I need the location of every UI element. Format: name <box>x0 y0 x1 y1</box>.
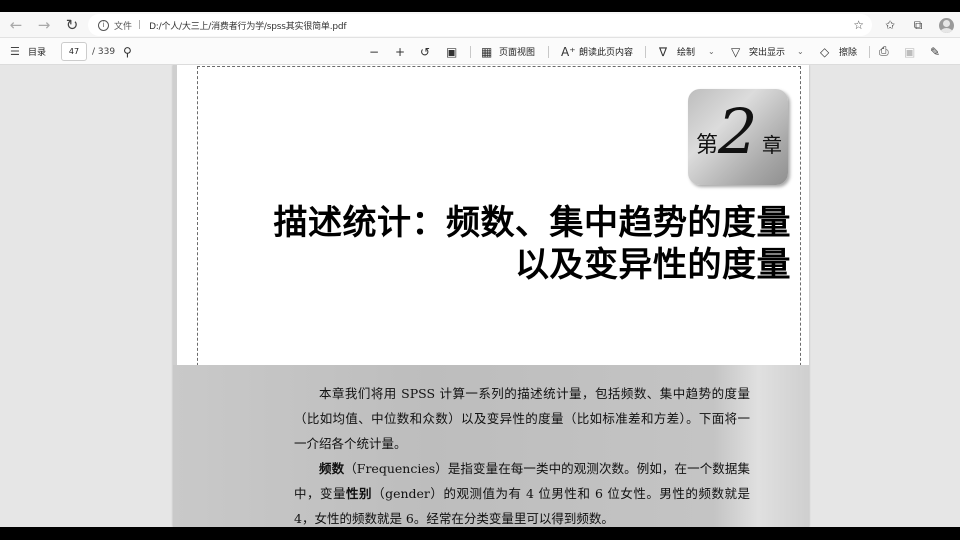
toolbar-divider <box>869 46 870 58</box>
url-text[interactable]: D:/个人/大三上/消费者行为学/spss其实很简单.pdf <box>149 19 347 32</box>
page-view-icon[interactable]: ▦ <box>481 38 492 65</box>
search-icon[interactable]: ⚲ <box>123 38 132 65</box>
draw-button[interactable]: 绘制 <box>677 38 695 65</box>
url-separator: | <box>138 20 142 30</box>
read-aloud-button[interactable]: 朗读此页内容 <box>579 38 633 65</box>
chevron-down-icon[interactable]: ⌄ <box>708 38 715 65</box>
chapter-title-line2: 以及变异性的度量 <box>515 245 791 285</box>
zoom-in-icon[interactable]: + <box>395 38 405 65</box>
profile-button[interactable] <box>932 17 960 33</box>
chevron-down-icon[interactable]: ⌄ <box>797 38 804 65</box>
add-favorite-icon[interactable]: ☆ <box>853 18 864 32</box>
pdf-page: 第 2 章 描述统计：频数、集中趋势的度量 以及变异性的度量 本章我们将用 SP… <box>173 65 809 527</box>
screen-top-border <box>0 0 960 12</box>
print-icon[interactable]: ⎙ <box>879 38 889 65</box>
save-as-icon[interactable]: ✎ <box>930 38 940 65</box>
pdf-toolbar: ☰ 目录 47 / 339 ⚲ − + ↺ ▣ ▦ 页面视图 A⁺ 朗读此页内容… <box>0 38 960 65</box>
arrow-right-icon: → <box>37 16 51 34</box>
page-number-input[interactable]: 47 <box>61 42 87 61</box>
chapter-suffix: 章 <box>762 133 782 157</box>
highlight-icon[interactable]: ▽ <box>731 38 740 65</box>
erase-button[interactable]: 擦除 <box>839 38 857 65</box>
collections-icon[interactable]: ⧉ <box>904 18 932 33</box>
save-icon[interactable]: ▣ <box>904 38 915 65</box>
read-aloud-icon[interactable]: A⁺ <box>561 38 576 65</box>
forward-button[interactable]: → <box>30 13 58 37</box>
browser-actions: ✩ ⧉ <box>876 12 960 38</box>
arrow-left-icon: ← <box>9 16 23 34</box>
term-frequency-en: （Frequencies） <box>344 461 448 476</box>
term-gender-en: （gender） <box>372 486 444 501</box>
info-icon[interactable]: i <box>98 19 109 31</box>
address-bar: ← → ↻ i 文件 | D:/个人/大三上/消费者行为学/spss其实很简单.… <box>0 12 960 38</box>
toolbar-divider <box>645 46 646 58</box>
page-view-button[interactable]: 页面视图 <box>499 38 535 65</box>
refresh-button[interactable]: ↻ <box>58 13 86 37</box>
refresh-icon: ↻ <box>65 16 79 34</box>
chapter-badge: 第 2 章 <box>688 89 788 185</box>
pdf-viewer[interactable]: 第 2 章 描述统计：频数、集中趋势的度量 以及变异性的度量 本章我们将用 SP… <box>0 65 960 527</box>
toc-button[interactable]: 目录 <box>28 38 46 65</box>
file-label: 文件 <box>114 21 133 32</box>
eraser-icon[interactable]: ◇ <box>820 38 829 65</box>
toolbar-divider <box>548 46 549 58</box>
toolbar-divider <box>470 46 471 58</box>
zoom-out-icon[interactable]: − <box>369 38 379 65</box>
chapter-number: 2 <box>718 95 758 168</box>
paragraph-frequencies: 频数（Frequencies）是指变量在每一类中的观测次数。例如，在一个数据集中… <box>294 456 750 527</box>
term-gender: 性别 <box>346 486 373 501</box>
rotate-icon[interactable]: ↺ <box>420 38 430 65</box>
toc-icon[interactable]: ☰ <box>10 38 20 65</box>
term-frequency: 频数 <box>319 461 345 476</box>
avatar <box>938 17 954 33</box>
body-text: 本章我们将用 SPSS 计算一系列的描述统计量，包括频数、集中趋势的度量（比如均… <box>294 381 750 527</box>
screen-bottom-border <box>0 527 960 540</box>
draw-icon[interactable]: ∇ <box>659 38 667 65</box>
page-total: / 339 <box>92 46 116 57</box>
highlight-button[interactable]: 突出显示 <box>749 38 785 65</box>
url-field[interactable]: i 文件 | D:/个人/大三上/消费者行为学/spss其实很简单.pdf ☆ <box>88 14 872 36</box>
fit-page-icon[interactable]: ▣ <box>446 38 457 65</box>
chapter-prefix: 第 <box>696 133 719 158</box>
back-button[interactable]: ← <box>2 13 30 37</box>
favorites-icon[interactable]: ✩ <box>876 18 904 32</box>
paragraph-intro: 本章我们将用 SPSS 计算一系列的描述统计量，包括频数、集中趋势的度量（比如均… <box>294 386 750 451</box>
